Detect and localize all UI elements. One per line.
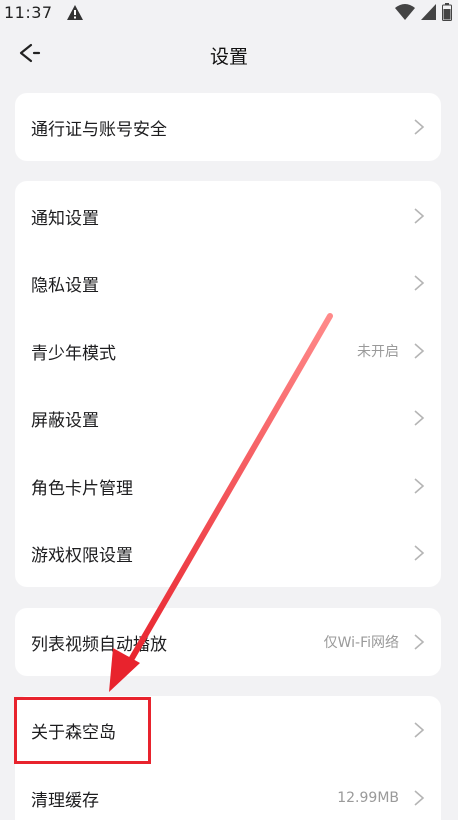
chevron-right-icon [414,478,425,494]
item-label: 通知设置 [31,208,99,229]
settings-item-game-permissions[interactable]: 游戏权限设置 [15,519,441,587]
chevron-right-icon [414,275,425,291]
settings-item-teen-mode[interactable]: 青少年模式 未开启 [15,317,441,385]
warning-icon [66,4,83,20]
item-label: 游戏权限设置 [31,545,133,566]
settings-item-account-security[interactable]: 通行证与账号安全 [15,93,441,161]
item-value: 未开启 [357,344,399,360]
settings-item-block[interactable]: 屏蔽设置 [15,384,441,452]
chevron-right-icon [414,119,425,135]
settings-group-video: 列表视频自动播放 仅Wi-Fi网络 [15,608,441,676]
settings-item-clear-cache[interactable]: 清理缓存 12.99MB [15,764,441,820]
settings-item-character-cards[interactable]: 角色卡片管理 [15,452,441,520]
settings-item-privacy[interactable]: 隐私设置 [15,249,441,317]
chevron-right-icon [414,722,425,738]
back-button[interactable] [14,40,46,70]
settings-item-about[interactable]: 关于森空岛 [15,696,441,764]
item-label: 角色卡片管理 [31,478,133,499]
item-label: 清理缓存 [31,790,99,811]
header: 设置 [0,32,458,78]
item-value: 12.99MB [337,790,399,806]
page-title: 设置 [209,45,248,68]
chevron-right-icon [414,410,425,426]
item-value: 仅Wi-Fi网络 [323,635,399,651]
chevron-right-icon [414,634,425,650]
item-label: 通行证与账号安全 [31,119,167,140]
settings-group-account: 通行证与账号安全 [15,93,441,161]
item-label: 青少年模式 [31,343,116,364]
settings-group-general: 通知设置 隐私设置 青少年模式 未开启 屏蔽设置 角色卡片管理 游戏权限设置 [15,181,441,587]
item-label: 屏蔽设置 [31,410,99,431]
chevron-right-icon [414,790,425,806]
settings-item-notifications[interactable]: 通知设置 [15,182,441,250]
settings-group-about: 关于森空岛 清理缓存 12.99MB [15,696,441,820]
status-bar: 11:37 [0,0,458,24]
chevron-right-icon [414,208,425,224]
status-time: 11:37 [4,2,53,22]
item-label: 隐私设置 [31,275,99,296]
chevron-right-icon [414,545,425,561]
wifi-icon [395,4,415,20]
item-label: 列表视频自动播放 [31,634,167,655]
signal-icon [421,4,436,20]
back-arrow-icon [17,42,43,68]
item-label: 关于森空岛 [31,722,116,743]
chevron-right-icon [414,343,425,359]
battery-icon [442,3,452,21]
settings-item-video-autoplay[interactable]: 列表视频自动播放 仅Wi-Fi网络 [15,608,441,676]
